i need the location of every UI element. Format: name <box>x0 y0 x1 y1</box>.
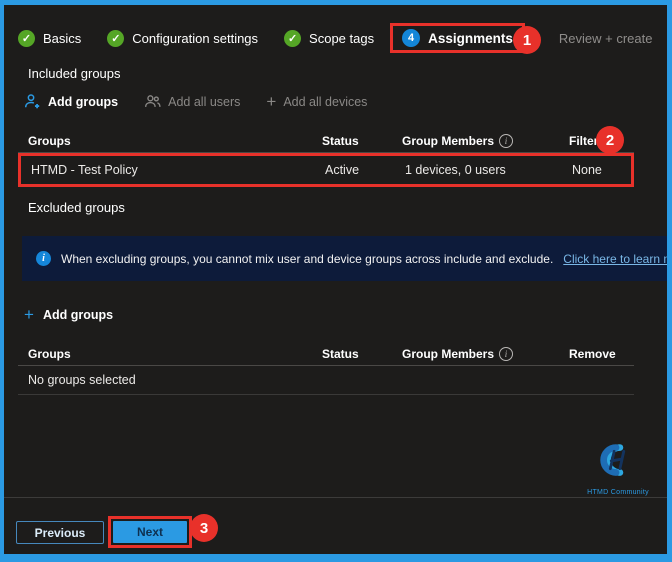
step-number-badge: 4 <box>402 29 421 47</box>
plus-icon: + <box>24 305 34 324</box>
action-label: Add groups <box>48 94 119 109</box>
annotation-box-row: HTMD - Test Policy Active 1 devices, 0 u… <box>18 153 634 187</box>
banner-text: When excluding groups, you cannot mix us… <box>61 251 554 266</box>
cell-group-name: HTMD - Test Policy <box>31 163 138 177</box>
people-icon <box>145 95 161 107</box>
info-icon: i <box>36 251 51 266</box>
column-header-group-members: Group Members i <box>402 133 569 148</box>
tab-configuration-settings[interactable]: ✓ Configuration settings <box>107 29 259 47</box>
included-groups-table: Groups Status Group Members i Filter HTM… <box>18 129 634 187</box>
excluded-add-groups-button[interactable]: + Add groups <box>24 305 114 324</box>
next-button[interactable]: Next <box>113 521 187 543</box>
excluded-groups-heading: Excluded groups <box>28 200 125 215</box>
tab-basics[interactable]: ✓ Basics <box>18 29 82 47</box>
htmd-logo-icon <box>600 444 626 476</box>
tab-assignments[interactable]: 4 Assignments <box>390 23 525 53</box>
tab-label: Assignments <box>428 30 513 46</box>
column-header-label: Group Members <box>402 133 495 148</box>
tab-label: Basics <box>43 30 82 46</box>
wizard-steps: ✓ Basics ✓ Configuration settings ✓ Scop… <box>18 21 652 55</box>
info-icon[interactable]: i <box>499 133 514 148</box>
assignments-wizard-screen: ✓ Basics ✓ Configuration settings ✓ Scop… <box>0 0 672 562</box>
logo-text: HTMD Community <box>587 489 649 496</box>
column-header-label: Group Members <box>402 346 495 361</box>
column-header-status: Status <box>322 346 359 361</box>
check-icon: ✓ <box>284 29 302 47</box>
column-header-status: Status <box>322 133 359 148</box>
cell-members: 1 devices, 0 users <box>405 163 506 177</box>
tab-review-create[interactable]: Review + create <box>559 31 653 46</box>
add-groups-button[interactable]: Add groups <box>24 93 118 110</box>
column-header-group-members: Group Members i <box>402 346 569 361</box>
footer-divider <box>4 497 667 498</box>
cell-filter: None <box>572 163 602 177</box>
action-label: Add groups <box>42 308 114 322</box>
table-row[interactable]: HTMD - Test Policy Active 1 devices, 0 u… <box>21 156 631 184</box>
table-header-row: Groups Status Group Members i Remove <box>18 342 634 366</box>
excluded-groups-table: Groups Status Group Members i Remove No … <box>18 342 634 395</box>
action-label: Add all users <box>168 94 241 109</box>
included-groups-actions: Add groups Add all users + Add all devic… <box>24 93 367 110</box>
annotation-step-2: 2 <box>596 126 624 154</box>
person-add-icon <box>24 94 40 109</box>
check-icon: ✓ <box>107 29 125 47</box>
plus-icon: + <box>266 91 277 111</box>
table-header-row: Groups Status Group Members i Filter <box>18 129 634 153</box>
included-groups-heading: Included groups <box>28 66 121 81</box>
previous-button[interactable]: Previous <box>16 521 104 544</box>
tab-label: Scope tags <box>309 30 375 46</box>
empty-table-message: No groups selected <box>18 366 634 395</box>
add-all-devices-button[interactable]: + Add all devices <box>266 91 368 111</box>
annotation-step-3: 3 <box>190 514 218 542</box>
column-header-groups: Groups <box>28 133 71 148</box>
column-header-groups: Groups <box>28 346 71 361</box>
action-label: Add all devices <box>283 94 368 109</box>
annotation-box-next: Next <box>108 516 192 548</box>
column-header-remove: Remove <box>569 346 616 361</box>
tab-scope-tags[interactable]: ✓ Scope tags <box>284 29 375 47</box>
htmd-community-logo: HTMD Community <box>585 437 651 496</box>
annotation-step-1: 1 <box>513 26 541 54</box>
learn-more-link[interactable]: Click here to learn more about <box>563 252 667 266</box>
tab-label: Review + create <box>558 30 653 46</box>
cell-status: Active <box>325 163 360 177</box>
check-icon: ✓ <box>18 29 35 47</box>
info-icon[interactable]: i <box>499 346 514 361</box>
tab-label: Configuration settings <box>132 30 259 46</box>
add-all-users-button[interactable]: Add all users <box>144 93 240 110</box>
info-banner: i When excluding groups, you cannot mix … <box>22 236 667 281</box>
